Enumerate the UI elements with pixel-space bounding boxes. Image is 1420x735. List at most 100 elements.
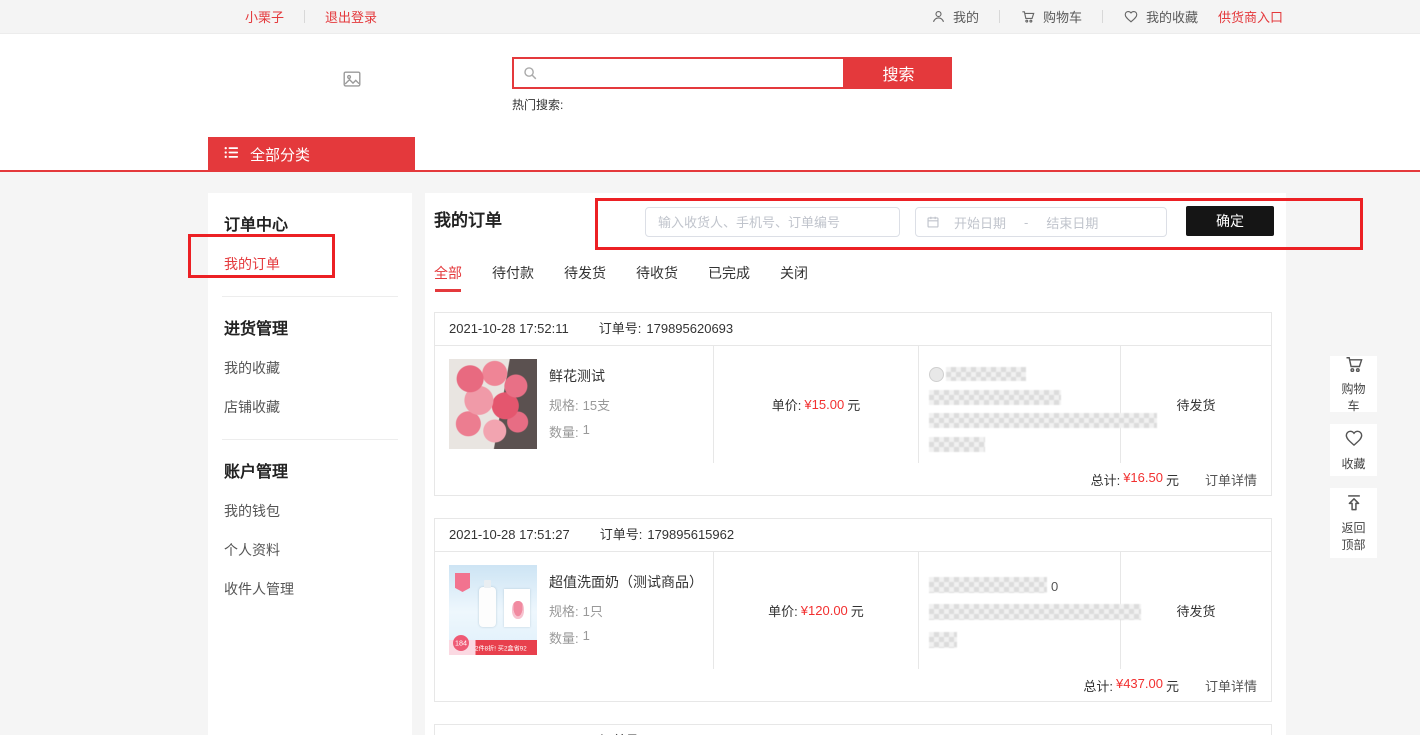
logout-link[interactable]: 退出登录 [325,7,377,26]
censored-block [946,367,1026,381]
order-card-partial: 2021-10-20 15:38:48 订单号: 179804740471 [434,724,1272,735]
order-datetime: 2021-10-28 17:51:27 [449,519,570,551]
sidebar-item-shop-favorites[interactable]: 店铺收藏 [224,397,396,417]
spec-value: 1只 [583,601,603,620]
sidebar-item-recipient-management[interactable]: 收件人管理 [224,579,396,599]
sidebar-section-account-management: 账户管理 [224,458,396,482]
sidebar: 订单中心 我的订单 进货管理 我的收藏 店铺收藏 账户管理 我的钱包 个人资料 … [208,193,412,735]
censored-block [929,577,1047,593]
heart-icon [1343,428,1365,452]
tab-pending-receipt[interactable]: 待收货 [636,263,678,292]
qty-label: 数量: [549,422,579,441]
header: 搜索 热门搜索: 全部分类 [0,34,1420,170]
promo-tag [455,573,470,592]
divider [999,10,1000,23]
category-list-icon [224,146,239,163]
order-card: 2021-10-28 17:52:11 订单号: 179895620693 鲜花… [434,312,1272,496]
supplier-entry-link[interactable]: 供货商入口 [1218,7,1283,26]
order-footer: 总计: ¥437.00 元 订单详情 [435,669,1271,701]
order-detail-link[interactable]: 订单详情 [1205,676,1257,695]
unit-price-label: 单价: [768,601,798,620]
start-date-placeholder: 开始日期 [954,213,1006,232]
float-favorites-button[interactable]: 收藏 [1330,424,1377,476]
sidebar-item-my-orders[interactable]: 我的订单 [224,254,396,274]
page: 小栗子 退出登录 我的 购物车 我的收藏 供货商入口 [0,0,1420,735]
divider [304,10,305,23]
order-no: 179895615962 [647,519,734,551]
sidebar-item-my-favorites[interactable]: 我的收藏 [224,358,396,378]
page-title: 我的订单 [434,206,502,231]
calendar-icon [926,215,940,229]
tab-completed[interactable]: 已完成 [708,263,750,292]
price-badge: 184 [453,635,469,651]
product-cell: 2件8折! 买2盒省92 184 超值洗面奶（测试商品） 规格:1只 数量:1 [435,552,714,669]
order-datetime: 2021-10-28 17:52:11 [449,313,569,345]
order-search-input[interactable] [645,207,900,237]
order-header: 2021-10-28 17:51:27 订单号: 179895615962 [435,519,1271,552]
censored-block [929,604,1141,620]
all-categories-label: 全部分类 [250,144,310,165]
censored-block [929,390,1061,405]
heart-icon [1123,9,1139,24]
my-account-link[interactable]: 我的 [931,7,979,26]
recipient-cell-censored [919,346,1121,463]
censored-block [929,632,957,648]
main-panel: 我的订单 开始日期 - 结束日期 确定 全部 待付款 待发货 待收货 已完成 关… [425,193,1286,735]
sidebar-section-order-center: 订单中心 [224,211,396,235]
unit-price-cell: 单价: ¥15.00 元 [714,346,919,463]
product-image-flowers[interactable] [449,359,537,449]
sidebar-item-my-wallet[interactable]: 我的钱包 [224,501,396,521]
total-value: ¥437.00 [1116,676,1163,695]
topbar: 小栗子 退出登录 我的 购物车 我的收藏 供货商入口 [0,0,1420,34]
search-input[interactable] [512,57,845,89]
float-cart-button[interactable]: 购物车 [1330,356,1377,412]
order-detail-link[interactable]: 订单详情 [1205,470,1257,489]
tab-closed[interactable]: 关闭 [780,263,808,292]
end-date-placeholder: 结束日期 [1046,213,1098,232]
favorites-link[interactable]: 我的收藏 [1123,7,1198,26]
order-list: 2021-10-28 17:52:11 订单号: 179895620693 鲜花… [434,312,1272,735]
product-image-cleanser[interactable]: 2件8折! 买2盒省92 184 [449,565,537,655]
censored-block [929,367,944,382]
sidebar-section-purchase-management: 进货管理 [224,315,396,339]
tab-pending-shipment[interactable]: 待发货 [564,263,606,292]
order-status-tabs: 全部 待付款 待发货 待收货 已完成 关闭 [434,263,808,292]
cart-icon [1343,354,1365,378]
order-no-label: 订单号: [599,313,642,345]
back-to-top-button[interactable]: 返回顶部 [1330,488,1377,558]
order-footer: 总计: ¥16.50 元 订单详情 [435,463,1271,495]
censored-block [929,413,1157,428]
unit-price-value: ¥120.00 [801,603,848,618]
brand-divider-line [0,170,1420,172]
unit-price-suffix: 元 [847,395,860,414]
spec-label: 规格: [549,395,579,414]
total-suffix: 元 [1166,470,1179,489]
cart-link[interactable]: 购物车 [1020,7,1082,26]
order-no-label: 订单号: [600,519,643,551]
sidebar-item-profile[interactable]: 个人资料 [224,540,396,560]
date-range-picker[interactable]: 开始日期 - 结束日期 [915,207,1167,237]
unit-price-suffix: 元 [851,601,864,620]
figure-graphic [512,601,524,619]
recipient-cell-censored: 0 [919,552,1121,669]
order-header: 2021-10-28 17:52:11 订单号: 179895620693 [435,313,1271,346]
unit-price-cell: 单价: ¥120.00 元 [714,552,919,669]
order-status: 待发货 [1121,552,1271,669]
spec-value: 15支 [583,395,610,414]
order-card: 2021-10-28 17:51:27 订单号: 179895615962 [434,518,1272,702]
tab-all[interactable]: 全部 [434,263,462,292]
tab-pending-payment[interactable]: 待付款 [492,263,534,292]
censored-remnant-text: 0 [1051,579,1058,594]
username-link[interactable]: 小栗子 [245,7,284,26]
product-name[interactable]: 鲜花测试 [549,366,610,386]
all-categories-button[interactable]: 全部分类 [208,137,415,172]
unit-price-value: ¥15.00 [804,397,844,412]
search-button[interactable]: 搜索 [845,57,952,89]
qty-label: 数量: [549,628,579,647]
confirm-button[interactable]: 确定 [1186,206,1274,236]
back-to-top-icon [1343,493,1365,517]
total-label: 总计: [1083,676,1113,695]
product-name[interactable]: 超值洗面奶（测试商品） [549,572,703,592]
total-label: 总计: [1091,470,1121,489]
date-separator: - [1024,215,1028,230]
